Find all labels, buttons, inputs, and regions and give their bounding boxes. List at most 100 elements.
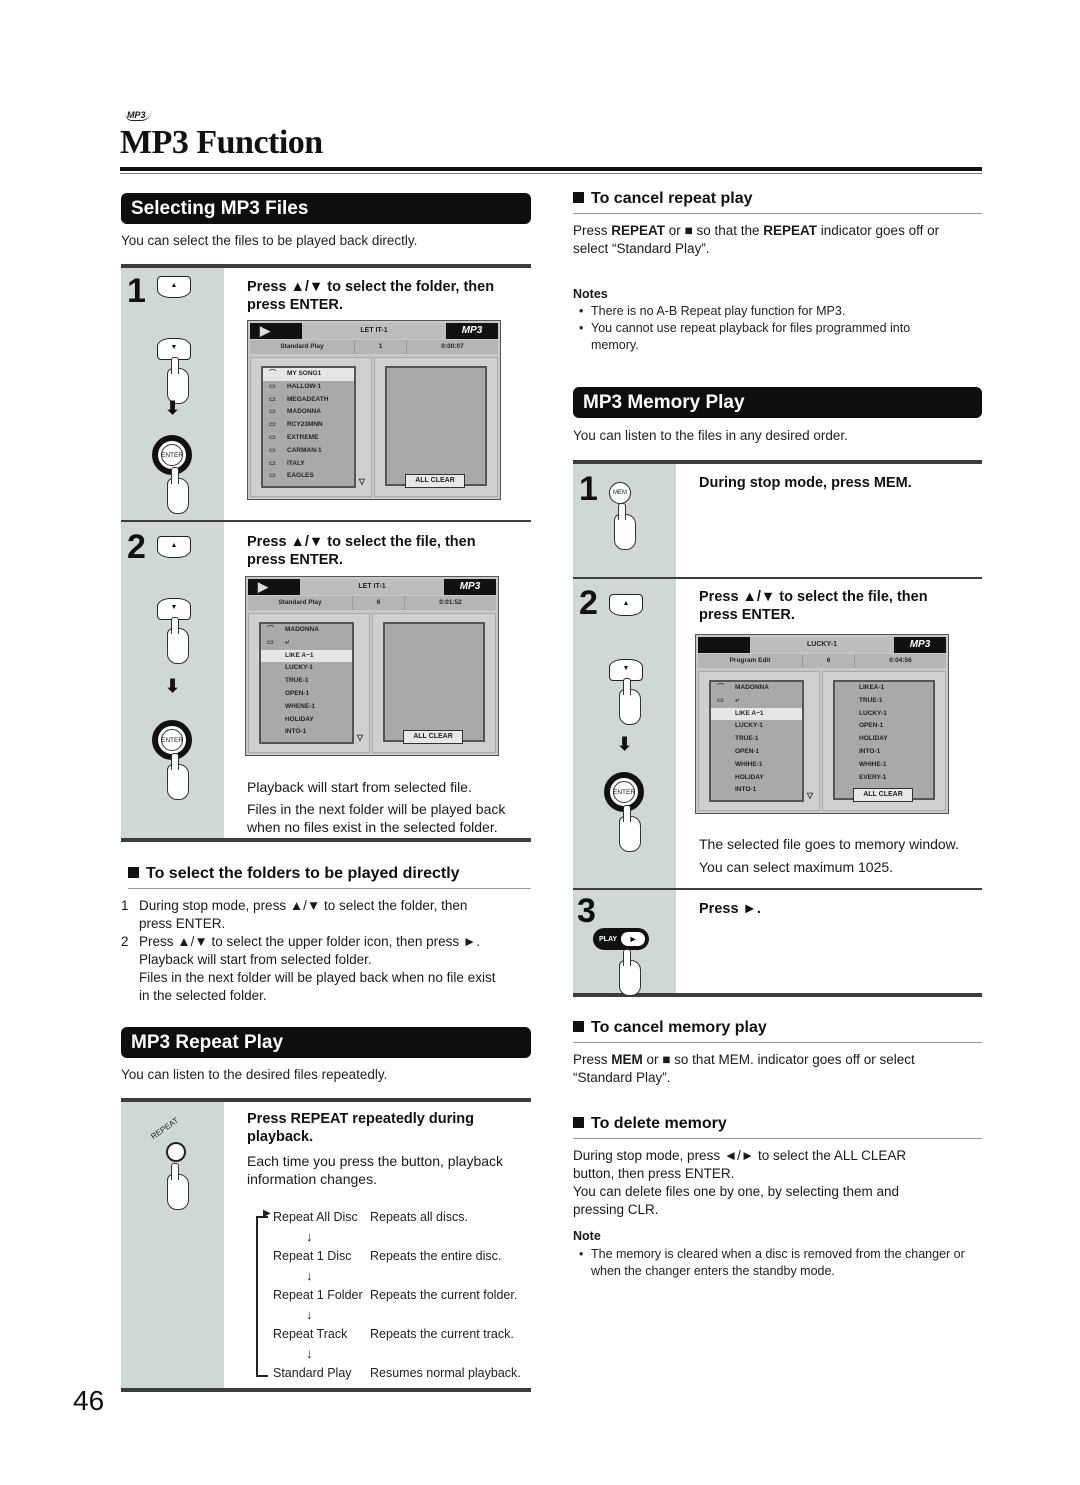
note-heading: Note [573,1229,601,1243]
osd-item-label: MADONNA [735,684,769,691]
step-number: 1 [127,272,146,310]
osd-item-label: EXTREME [287,433,319,441]
step-note: You can select maximum 1025. [699,859,894,875]
osd-time: 0:04:56 [889,657,912,664]
memory-list-item[interactable]: INTO-1 [835,746,933,759]
arrow-down-icon: ⬇ [165,676,181,696]
osd-list-item[interactable]: LUCKY-1 [261,662,352,675]
osd-list-item[interactable]: TRUE-1 [261,675,352,688]
cycle-loop-line [256,1216,258,1377]
all-clear-button[interactable]: ALL CLEAR [853,788,913,802]
osd-list-item[interactable]: OPEN-1 [711,746,802,759]
up-key-icon: ▲ [157,276,191,298]
mp3-logo-icon: MP3 [446,323,498,339]
memory-list-item[interactable]: HOLIDAY [835,733,933,746]
mp3-logo-icon: MP3 [444,579,496,595]
all-clear-button[interactable]: ALL CLEAR [405,474,465,488]
osd-list-item[interactable]: WHIHE-1 [711,759,802,772]
note-item: The memory is cleared when a disc is rem… [573,1246,983,1280]
title-rule [120,167,982,171]
repeat-cycle-row: Repeat Track Repeats the current track. [273,1327,514,1341]
memory-list-item[interactable]: TRUE-1 [835,695,933,708]
play-icon: ▶ [250,323,302,339]
step-number: 2 [127,528,146,566]
osd-list-item[interactable]: ▭ EXTREME [263,432,354,445]
osd-item-label: MADONNA [287,408,321,416]
osd-list-item[interactable]: LIKE A~1 [711,707,802,721]
osd-list-item[interactable]: ▭ EAGLES [263,470,354,483]
memory-list-item[interactable]: OPEN-1 [835,720,933,733]
osd-list-item[interactable]: ⌒ MY SONG1 [263,368,354,381]
osd-item-label: RCY23MNN [287,421,323,429]
osd-list-item[interactable]: HOLIDAY [711,772,802,785]
step-number: 1 [579,470,598,508]
osd-list-item[interactable]: ⌒ MADONNA [261,624,352,637]
osd-list-item[interactable]: ▭ HALLOW-1 [263,381,354,394]
square-bullet-icon [573,1021,584,1032]
memory-list-item[interactable]: EVERY-1 [835,772,933,785]
memory-list-item[interactable]: LIKEA-1 [835,682,933,695]
osd-item-label: WHIHE-1 [735,760,763,768]
repeat-desc: Each time you press the button, playback [247,1153,504,1169]
osd-item-label: MADONNA [285,626,319,633]
osd-list-item[interactable]: LUCKY-1 [711,720,802,733]
scroll-down-icon[interactable]: ▽ [357,733,363,742]
osd-list-item[interactable]: ▭ ⤶ [711,695,802,708]
step-number: 2 [579,584,598,622]
osd-list-item[interactable]: ▭ ⤶ [261,637,352,650]
cancel-memory-heading: To cancel memory play [573,1019,982,1043]
osd-file-list: ⌒ MY SONG1 ▭ HALLOW-1 ▭ MEGADEATH ▭ MADONNA ▭ RCY… [261,366,356,488]
up-key-icon: ▲ [609,594,643,616]
arrow-down-icon: ⬇ [617,734,633,754]
osd-list-item[interactable]: OPEN-1 [261,688,352,701]
cycle-arrow-icon: ▶ [263,1208,271,1219]
osd-list-item[interactable]: WHENE-1 [261,701,352,714]
osd-list-item[interactable]: HOLIDAY [261,714,352,727]
memory-list-item[interactable]: WHIHE-1 [835,759,933,772]
osd-list-item[interactable]: ⌒ MADONNA [711,682,802,695]
osd-list-item[interactable]: TRUE-1 [711,733,802,746]
osd-number: 1 [355,340,407,354]
selecting-steps: 1 ▲ ▼ ⬇ ENTER Press ▲/▼ to select the fo… [121,264,531,842]
osd-list-item[interactable]: ▭ ITALY [263,458,354,471]
hand-press-icon [619,949,641,996]
hand-press-icon [619,678,641,725]
scroll-down-icon[interactable]: ▽ [359,477,365,486]
all-clear-button[interactable]: ALL CLEAR [403,730,463,744]
arrow-down-icon: ↓ [306,1307,313,1322]
osd-item-label: ITALY [287,459,305,467]
note-item: There is no A-B Repeat play function for… [573,303,953,320]
cancel-memory-text: Press MEM or ■ so that MEM. indicator go… [573,1052,915,1085]
osd-screen-memory: LUCKY-1 MP3 Program Edit 6 0:04:56 ⌒ MADONNA… [695,634,949,814]
memory-list-item[interactable]: LUCKY-1 [835,708,933,721]
folder-icon: ▭ [717,696,724,704]
osd-list-item[interactable]: INTO-1 [711,784,802,797]
step-instruction: Press ▲/▼ to select the folder, then [247,279,495,295]
osd-time: 0:00:07 [441,343,464,350]
repeat-button-icon [166,1142,186,1162]
play-icon: ▶ [248,579,300,595]
osd-list-item[interactable]: INTO-1 [261,726,352,739]
section-banner-memory: MP3 Memory Play [573,387,982,418]
osd-title: LET IT-1 [302,323,446,339]
repeat-cycle-row: Repeat 1 Folder Repeats the current folde… [273,1288,518,1302]
osd-memory-list [385,366,487,486]
repeat-step: REPEAT Press REPEAT repeatedly during pl… [121,1098,531,1392]
osd-list-item[interactable]: ▭ RCY23MNN [263,419,354,432]
osd-list-item[interactable]: ▭ CARMAN-1 [263,445,354,458]
mp3-logo-icon: MP3 [894,637,946,653]
osd-list-item[interactable]: LIKE A~1 [261,649,352,663]
osd-list-item[interactable]: ▭ MADONNA [263,406,354,419]
parent-folder-icon: ⌒ [267,626,274,633]
osd-memory-list [383,622,485,742]
folder-icon: ▭ [269,446,276,454]
osd-screen-step2: ▶ LET IT-1 MP3 Standard Play 6 0:01:52 ⌒ MADO… [245,576,499,756]
scroll-down-icon[interactable]: ▽ [807,791,813,800]
osd-list-item[interactable]: ▭ MEGADEATH [263,394,354,407]
step-instruction: Press REPEAT repeatedly during [247,1111,474,1127]
hand-press-icon [619,805,641,852]
repeat-cycle-row: Repeat 1 Disc Repeats the entire disc. [273,1249,502,1263]
osd-item-label: INTO-1 [735,786,757,794]
play-button-icon: PLAY ► [593,928,649,950]
cancel-repeat-heading: To cancel repeat play [573,190,982,214]
